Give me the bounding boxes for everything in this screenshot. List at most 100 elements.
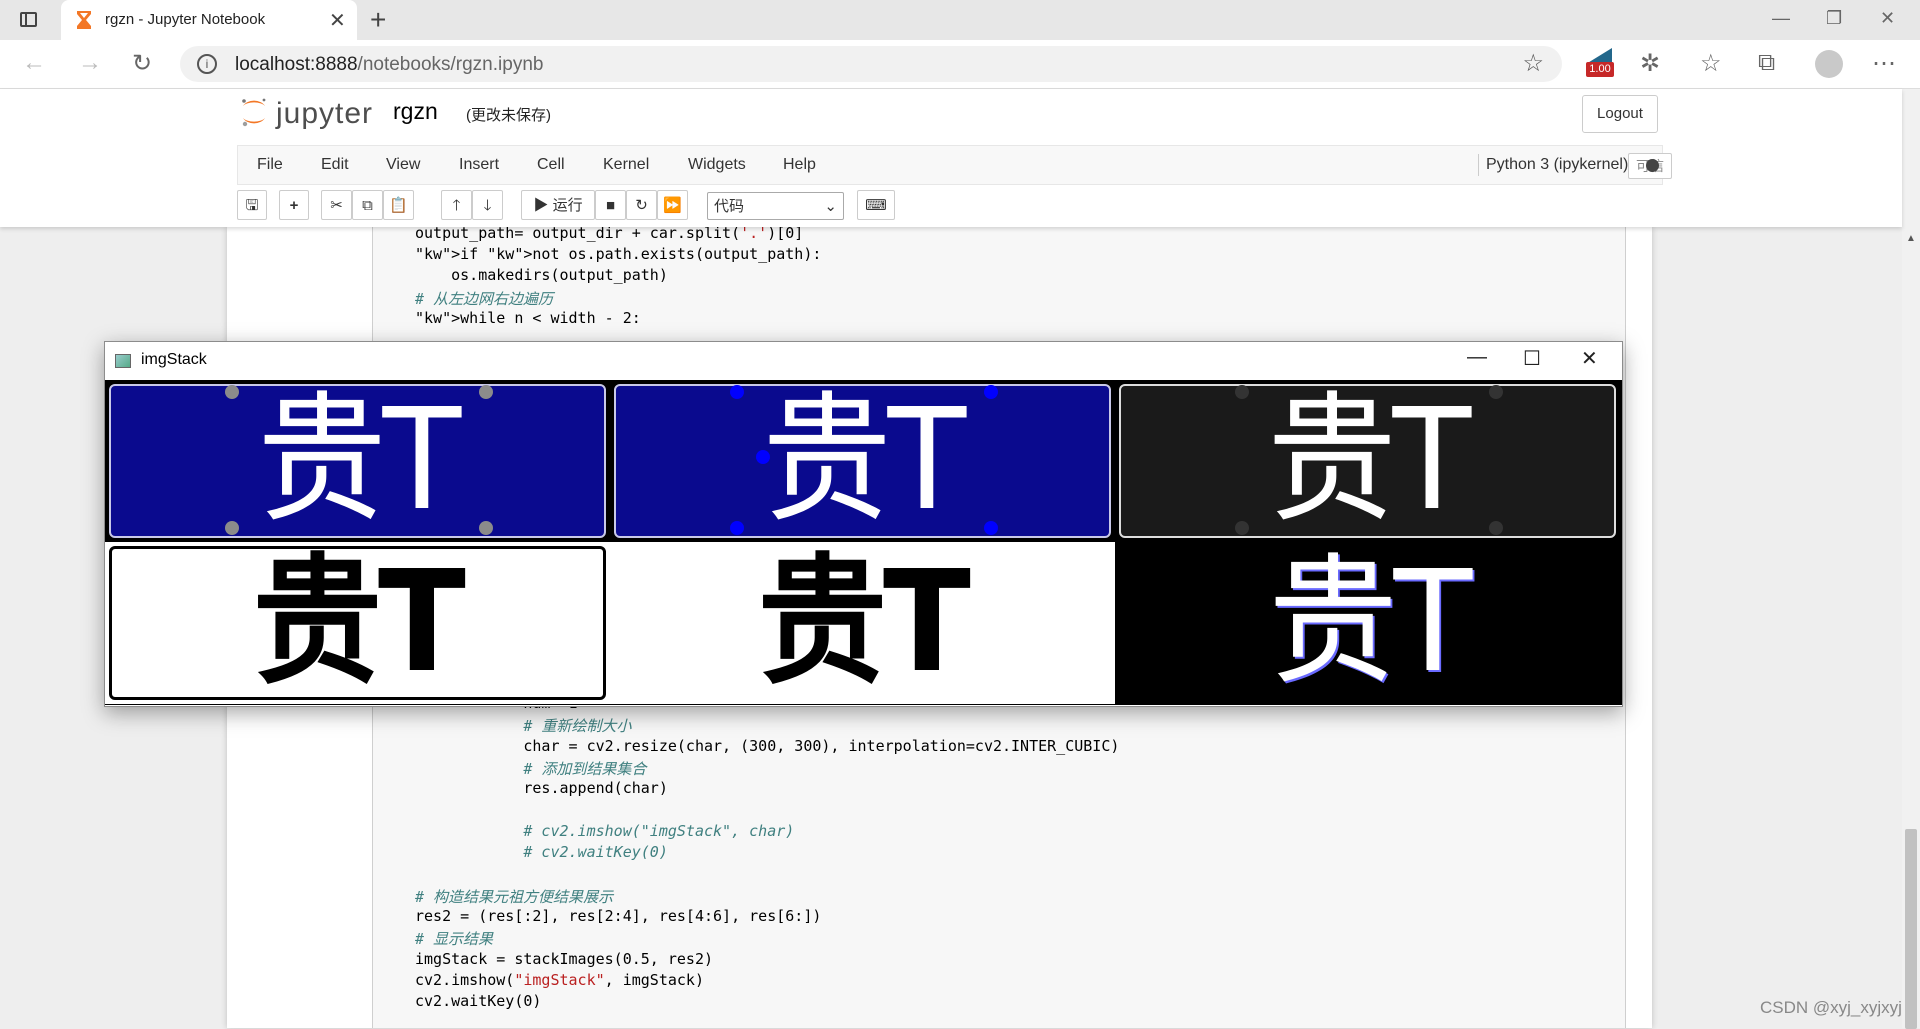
paste-icon: 📋 xyxy=(389,197,408,214)
extensions-puzzle-icon[interactable]: ✲ xyxy=(1640,49,1660,78)
page-scrollbar[interactable]: ▲ xyxy=(1902,89,1920,1029)
kernel-name[interactable]: Python 3 (ipykernel) xyxy=(1486,156,1628,174)
code-line: res.append(char) xyxy=(415,779,668,798)
menu-kernel[interactable]: Kernel xyxy=(603,156,649,174)
add-favorite-icon[interactable]: ☆ xyxy=(1522,49,1544,78)
imgstack-title: imgStack xyxy=(141,351,207,368)
restore-icon[interactable]: ❐ xyxy=(1826,8,1842,29)
play-icon: ▶ xyxy=(533,197,549,214)
minimize-icon[interactable]: — xyxy=(1772,8,1790,29)
imgstack-close-icon[interactable]: ✕ xyxy=(1581,346,1598,371)
fast-forward-icon: ⏩ xyxy=(663,197,682,214)
restart-run-all-button[interactable]: ⏩ xyxy=(657,190,688,220)
copy-button[interactable]: ⧉ xyxy=(352,190,383,220)
plate-text: 贵T Y9109 xyxy=(646,542,1083,704)
jupyter-menubar: File Edit View Insert Cell Kernel Widget… xyxy=(237,145,1672,185)
run-button[interactable]: ▶ 运行 xyxy=(521,190,595,220)
save-icon: 🖫 xyxy=(245,197,259,214)
kernel-divider xyxy=(1478,154,1479,176)
forward-icon[interactable]: → xyxy=(78,49,102,77)
address-bar[interactable]: i localhost:8888/notebooks/rgzn.ipynb ☆ xyxy=(180,46,1562,82)
save-button[interactable]: 🖫 xyxy=(237,190,267,220)
jupyter-logo-icon xyxy=(242,98,266,127)
menu-help[interactable]: Help xyxy=(783,156,816,174)
code-line: os.makedirs(output_path) xyxy=(415,266,668,285)
imgstack-titlebar[interactable]: imgStack — ☐ ✕ xyxy=(105,342,1622,380)
site-info-icon[interactable]: i xyxy=(197,54,217,74)
scissors-icon: ✂ xyxy=(330,197,343,214)
menu-widgets[interactable]: Widgets xyxy=(688,156,746,174)
move-down-button[interactable]: 🡓 xyxy=(472,190,503,220)
menu-insert[interactable]: Insert xyxy=(459,156,499,174)
browser-tab-active[interactable]: rgzn - Jupyter Notebook ✕ xyxy=(61,0,357,40)
extension-icon[interactable]: 1.00 xyxy=(1586,48,1614,77)
code-line: cv2.imshow("imgStack", imgStack) xyxy=(415,970,704,989)
code-line: # 构造结果元祖方便结果展示 xyxy=(415,887,614,906)
reload-icon[interactable]: ↻ xyxy=(132,49,152,78)
plate-binary-inverted: 贵T Y9109 xyxy=(105,542,610,704)
cell-type-select[interactable]: 代码 ⌄ xyxy=(707,192,844,220)
menu-view[interactable]: View xyxy=(386,156,420,174)
plate-blue-filtered: 贵T Y9109 xyxy=(610,380,1115,542)
window-close-icon[interactable]: ✕ xyxy=(1880,8,1895,29)
code-line: cv2.waitKey(0) xyxy=(415,992,542,1011)
paste-button[interactable]: 📋 xyxy=(383,190,414,220)
menu-file[interactable]: File xyxy=(257,156,283,174)
code-line: res2 = (res[:2], res[2:4], res[4:6], res… xyxy=(415,907,822,925)
plus-icon: + xyxy=(289,197,299,214)
imgstack-window[interactable]: imgStack — ☐ ✕ 贵T Y9109 贵T Y9109 xyxy=(104,341,1623,707)
hourglass-icon xyxy=(77,11,91,29)
code-line: "kw">if "kw">not os.path.exists(output_p… xyxy=(415,245,822,264)
collections-icon[interactable]: ⧉ xyxy=(1758,49,1775,77)
code-line: char = cv2.resize(char, (300, 300), inte… xyxy=(415,736,1120,755)
menu-edit[interactable]: Edit xyxy=(321,156,349,174)
chevron-down-icon: ⌄ xyxy=(824,198,837,215)
window-app-icon xyxy=(115,354,131,368)
move-up-button[interactable]: 🡑 xyxy=(441,190,472,220)
code-line: # cv2.imshow("imgStack", char) xyxy=(415,821,795,840)
command-palette-button[interactable]: ⌨ xyxy=(857,190,895,220)
plate-text: 贵T Y9109 xyxy=(1173,380,1565,542)
plate-blue-original: 贵T Y9109 xyxy=(105,380,610,542)
plate-image-grid: 贵T Y9109 贵T Y9109 贵T Y9109 贵T Y9109 贵T Y… xyxy=(105,380,1622,705)
code-line: "kw">while n < width - 2: xyxy=(415,308,641,327)
scroll-up-icon[interactable]: ▲ xyxy=(1906,233,1916,244)
save-status: (更改未保存) xyxy=(466,107,551,124)
plate-binary-white: 贵T Y9109 xyxy=(1115,542,1622,704)
stop-icon: ■ xyxy=(605,197,616,214)
tab-title: rgzn - Jupyter Notebook xyxy=(105,11,266,28)
back-icon[interactable]: ← xyxy=(22,49,46,77)
tab-close-icon[interactable]: ✕ xyxy=(329,8,346,33)
url-text: localhost:8888/notebooks/rgzn.ipynb xyxy=(235,54,544,75)
restart-button[interactable]: ↻ xyxy=(626,190,657,220)
more-menu-icon[interactable]: ⋯ xyxy=(1872,49,1896,78)
plate-text: 贵T Y9109 xyxy=(1174,542,1566,704)
plate-binary-clean: 贵T Y9109 xyxy=(610,542,1115,704)
code-line: # 从左边网右边遍历 xyxy=(415,289,554,308)
plate-text: 贵T Y9109 xyxy=(668,380,1060,542)
plate-text: 贵T Y9109 xyxy=(141,542,578,704)
watermark: CSDN @xyj_xyjxyj xyxy=(1760,998,1902,1017)
imgstack-minimize-icon[interactable]: — xyxy=(1467,346,1487,369)
restart-icon: ↻ xyxy=(635,197,648,214)
plate-gray: 贵T Y9109 xyxy=(1115,380,1620,542)
code-line: # 重新绘制大小 xyxy=(415,717,632,736)
new-tab-icon[interactable]: + xyxy=(370,4,386,36)
profile-avatar[interactable] xyxy=(1815,50,1843,78)
interrupt-button[interactable]: ■ xyxy=(595,190,626,220)
imgstack-maximize-icon[interactable]: ☐ xyxy=(1523,346,1541,371)
cut-button[interactable]: ✂ xyxy=(321,190,352,220)
logout-button[interactable]: Logout xyxy=(1582,95,1658,133)
code-line: # cv2.waitKey(0) xyxy=(415,843,668,862)
kernel-status-icon xyxy=(1646,159,1659,172)
tab-actions-icon[interactable] xyxy=(20,12,37,27)
insert-cell-button[interactable]: + xyxy=(279,190,309,220)
scrollbar-thumb[interactable] xyxy=(1905,829,1917,1029)
menu-cell[interactable]: Cell xyxy=(537,156,565,174)
notebook-name[interactable]: rgzn xyxy=(393,98,438,125)
arrow-up-icon: 🡑 xyxy=(452,197,461,214)
favorites-icon[interactable]: ☆ xyxy=(1700,49,1722,78)
cell-type-value: 代码 xyxy=(714,198,745,215)
code-line: imgStack = stackImages(0.5, res2) xyxy=(415,949,714,968)
code-line: # 添加到结果集合 xyxy=(415,759,647,778)
